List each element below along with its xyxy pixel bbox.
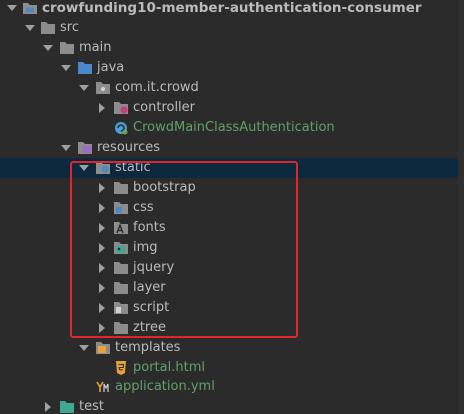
web-folder-icon <box>95 161 111 175</box>
chevron-down-icon[interactable] <box>78 158 90 178</box>
tree-label-portal: portal.html <box>133 360 205 375</box>
tree-label-templates: templates <box>115 340 181 355</box>
tree-row-static-child[interactable]: jquery <box>0 258 464 278</box>
chevron-right-icon[interactable] <box>96 278 108 298</box>
package-icon <box>113 101 129 115</box>
folder-icon <box>113 321 129 335</box>
tree-row-root[interactable]: crowfunding10-member-authentication-cons… <box>0 0 464 18</box>
tree-label-resources: resources <box>97 140 161 155</box>
tree-label-test: test <box>79 399 104 414</box>
chevron-right-icon[interactable] <box>96 178 108 198</box>
tree-row-static-child[interactable]: bootstrap <box>0 178 464 198</box>
yaml-file-icon <box>95 380 111 394</box>
html-file-icon <box>113 361 129 375</box>
folder-icon <box>59 41 75 55</box>
resources-folder-icon <box>77 141 93 155</box>
tree-row-src[interactable]: src <box>0 18 464 38</box>
chevron-down-icon[interactable] <box>78 338 90 358</box>
folder-icon <box>40 21 56 35</box>
tree-label-main-class: CrowdMainClassAuthentication <box>133 120 335 135</box>
project-tree: crowfunding10-member-authentication-cons… <box>0 0 464 414</box>
chevron-down-icon[interactable] <box>78 78 90 98</box>
tree-row-main[interactable]: main <box>0 38 464 58</box>
tree-label-controller: controller <box>133 100 196 115</box>
chevron-right-icon[interactable] <box>96 258 108 278</box>
tree-label-static-child: script <box>133 300 170 315</box>
tree-label-package: com.it.crowd <box>115 80 199 95</box>
chevron-right-icon[interactable] <box>96 218 108 238</box>
tree-row-controller[interactable]: controller <box>0 98 464 118</box>
tree-label-static-child: bootstrap <box>133 180 196 195</box>
test-folder-icon <box>59 400 75 414</box>
tree-row-static-child[interactable]: fonts <box>0 218 464 238</box>
tree-label-application: application.yml <box>115 379 215 394</box>
folder-icon <box>113 261 129 275</box>
tree-row-static-child[interactable]: script <box>0 298 464 318</box>
spring-class-icon <box>113 121 129 135</box>
templates-folder-icon <box>95 341 111 355</box>
tree-row-main-class[interactable]: CrowdMainClassAuthentication <box>0 118 464 138</box>
folder-icon <box>113 281 129 295</box>
chevron-right-icon[interactable] <box>96 198 108 218</box>
image-folder-icon <box>113 241 129 255</box>
chevron-down-icon[interactable] <box>24 18 36 38</box>
chevron-down-icon[interactable] <box>60 58 72 78</box>
tree-row-templates[interactable]: templates <box>0 338 464 358</box>
module-folder-icon <box>22 1 38 15</box>
tree-label-static-child: layer <box>133 280 166 295</box>
tree-row-test[interactable]: test <box>0 397 464 414</box>
tree-row-java[interactable]: java <box>0 58 464 78</box>
tree-row-static[interactable]: static <box>0 158 464 178</box>
tree-row-resources[interactable]: resources <box>0 138 464 158</box>
chevron-down-icon[interactable] <box>60 138 72 158</box>
chevron-right-icon[interactable] <box>42 397 54 414</box>
chevron-down-icon[interactable] <box>42 38 54 58</box>
tree-label-static-child: jquery <box>133 260 175 275</box>
tree-label-java: java <box>97 60 125 75</box>
tree-row-static-child[interactable]: css <box>0 198 464 218</box>
chevron-down-icon[interactable] <box>6 0 18 18</box>
tree-row-application[interactable]: application.yml <box>0 377 464 397</box>
css-folder-icon <box>113 201 129 215</box>
tree-label-static-child: fonts <box>133 220 166 235</box>
tree-label-static-child: img <box>133 240 158 255</box>
tree-label-main: main <box>79 40 112 55</box>
folder-icon <box>113 181 129 195</box>
tree-row-package[interactable]: com.it.crowd <box>0 78 464 98</box>
tree-label-static-child: css <box>133 200 154 215</box>
tree-label-src: src <box>60 20 79 35</box>
tree-row-static-child[interactable]: img <box>0 238 464 258</box>
script-folder-icon <box>113 301 129 315</box>
tree-label-root: crowfunding10-member-authentication-cons… <box>42 0 422 16</box>
chevron-right-icon[interactable] <box>96 98 108 118</box>
scrollbar-track[interactable] <box>458 0 464 414</box>
chevron-right-icon[interactable] <box>96 238 108 258</box>
fonts-folder-icon <box>113 221 129 235</box>
tree-row-portal[interactable]: portal.html <box>0 358 464 378</box>
chevron-right-icon[interactable] <box>96 318 108 338</box>
chevron-right-icon[interactable] <box>96 298 108 318</box>
tree-label-static-child: ztree <box>133 320 166 335</box>
source-folder-icon <box>77 61 93 75</box>
package-icon <box>95 81 111 95</box>
tree-row-static-child[interactable]: ztree <box>0 318 464 338</box>
tree-row-static-child[interactable]: layer <box>0 278 464 298</box>
tree-label-static: static <box>115 160 151 175</box>
